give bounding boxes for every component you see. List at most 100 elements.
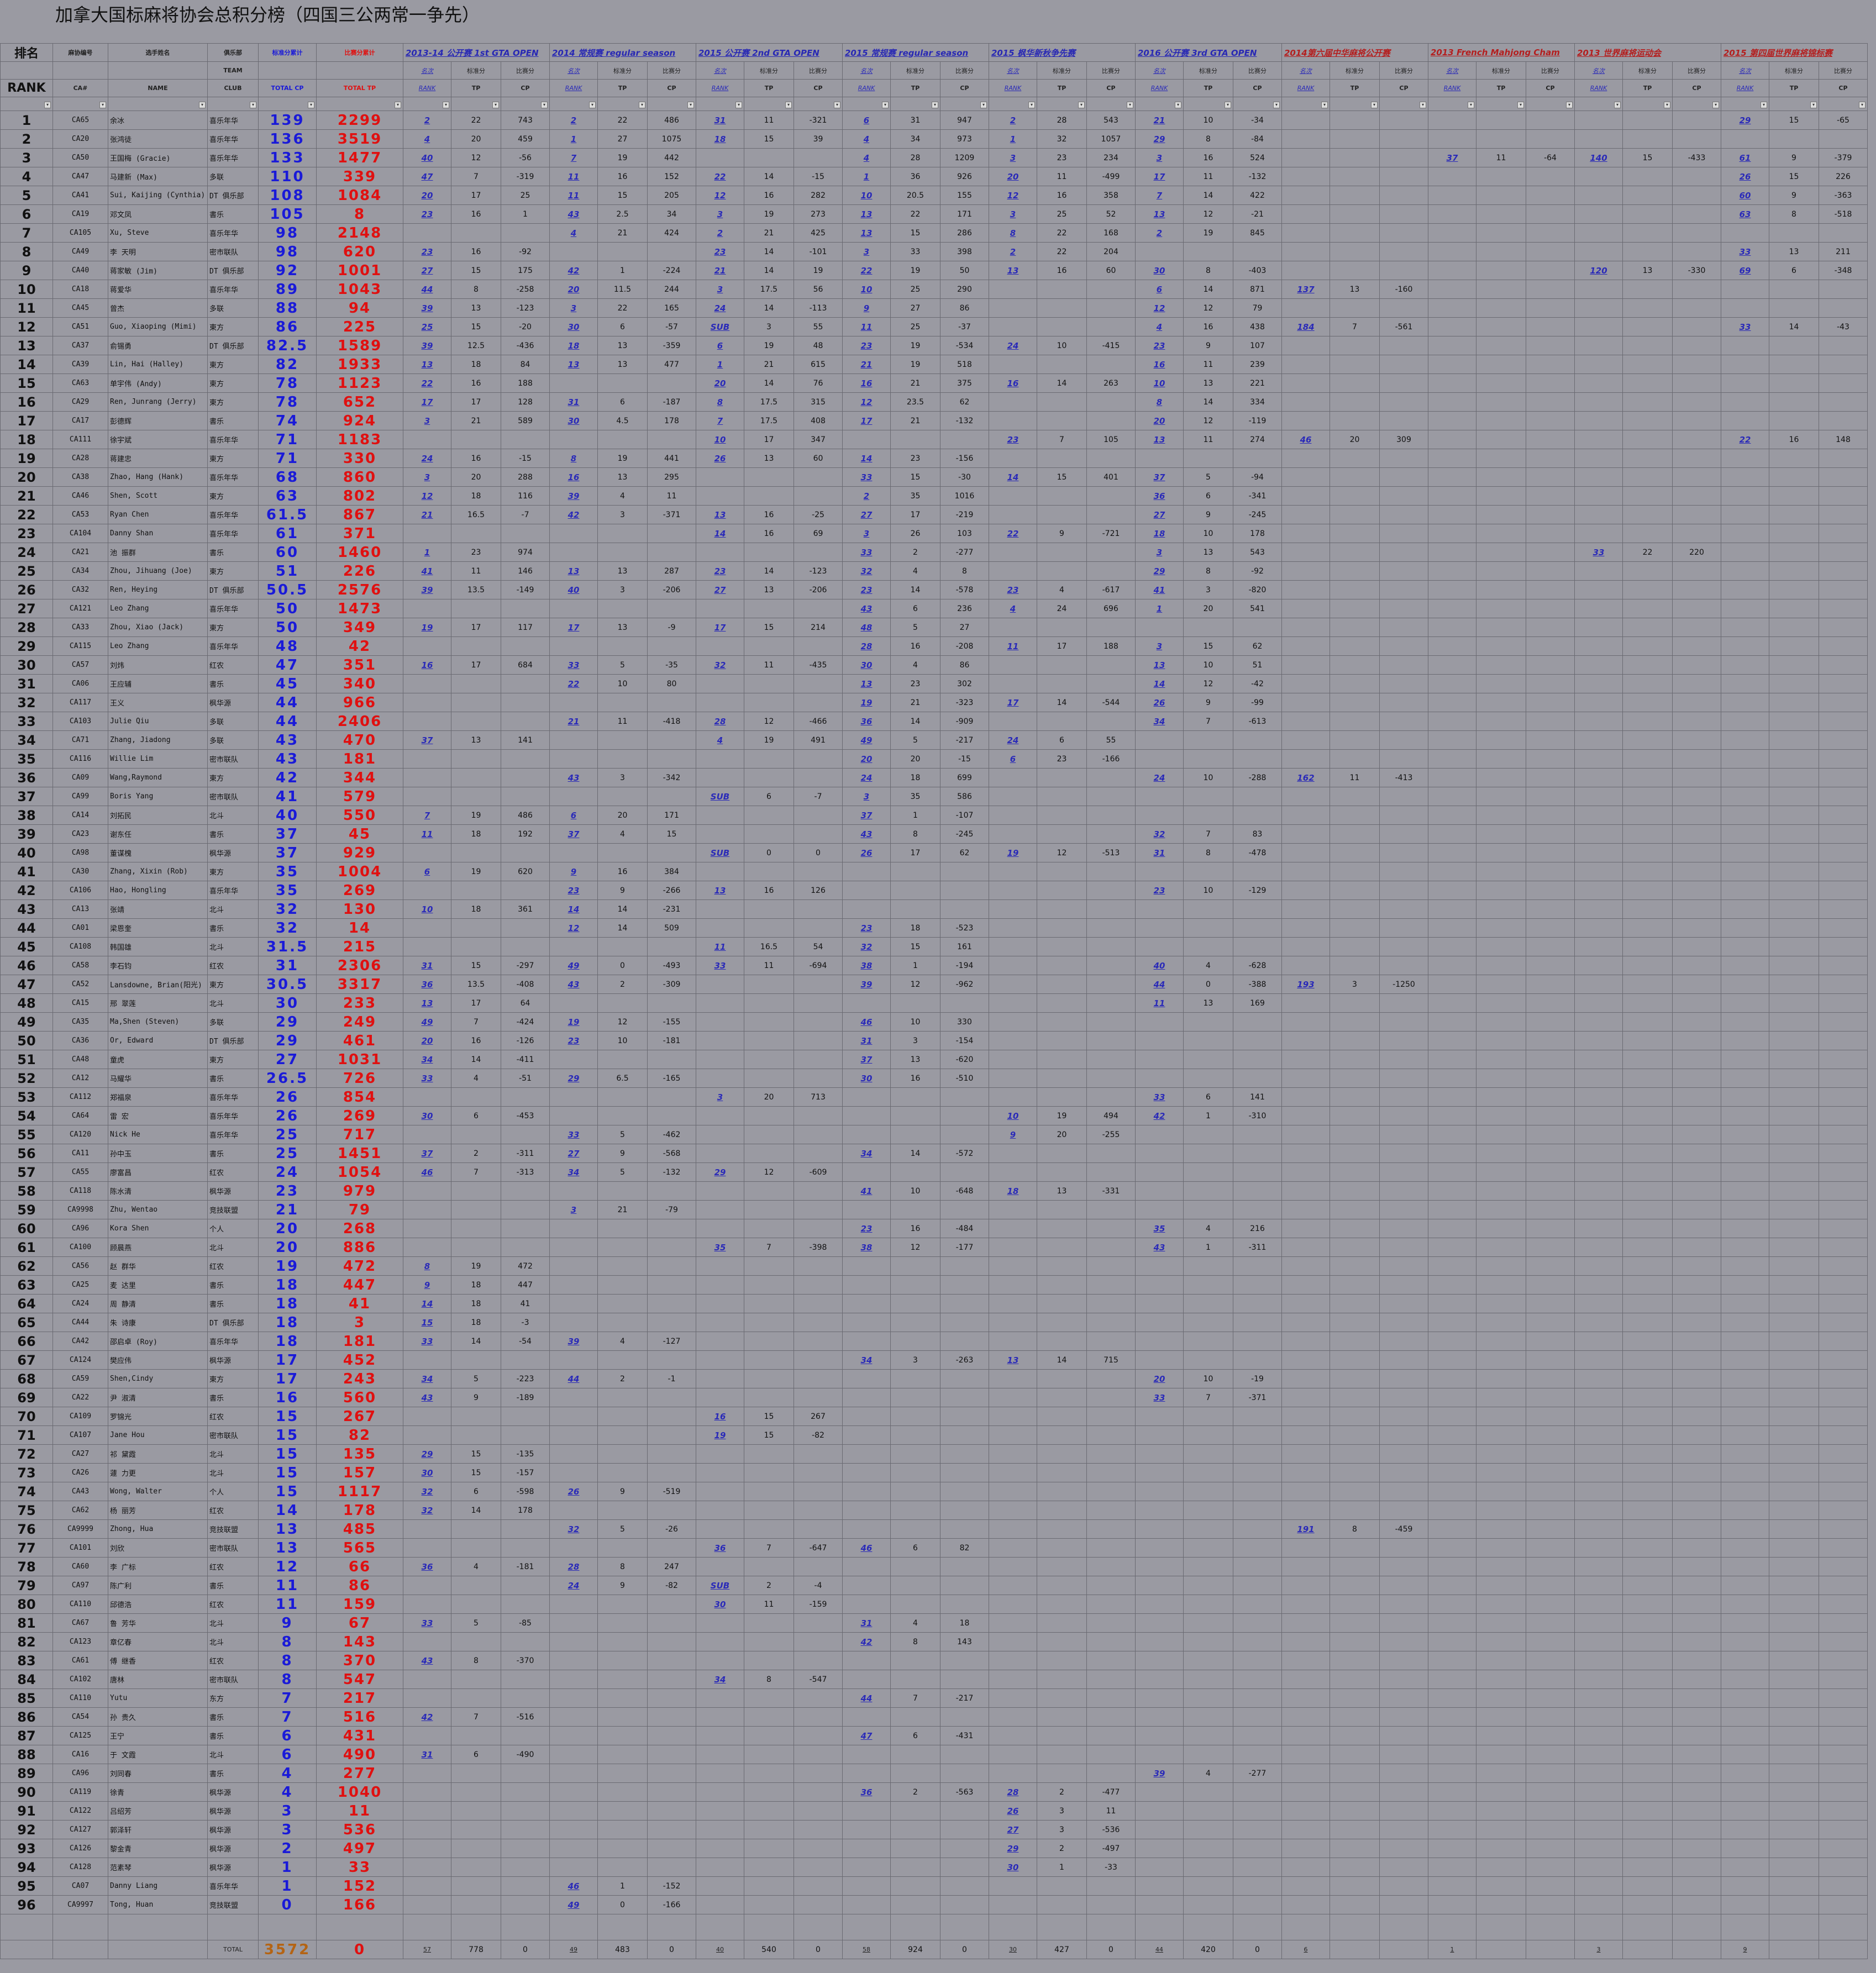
filter-dropdown-icon[interactable]: ▾ bbox=[308, 102, 314, 108]
event-rank-cell bbox=[1428, 1444, 1476, 1464]
filter-dropdown-icon[interactable]: ▾ bbox=[785, 102, 792, 108]
event-sub-rank-en: RANK bbox=[989, 79, 1037, 97]
filter-dropdown-icon[interactable]: ▾ bbox=[1761, 102, 1767, 108]
filter-dropdown-icon[interactable]: ▾ bbox=[1420, 102, 1426, 108]
event-rank-cell: 24 bbox=[403, 449, 451, 468]
filter-dropdown-icon[interactable]: ▾ bbox=[1175, 102, 1181, 108]
event-tp-cell: 5 bbox=[451, 1369, 501, 1388]
event-rank-cell bbox=[1281, 411, 1330, 430]
event-rank-cell: 46 bbox=[842, 1538, 891, 1558]
filter-dropdown-icon[interactable]: ▾ bbox=[250, 102, 256, 108]
filter-dropdown-icon[interactable]: ▾ bbox=[1810, 102, 1817, 108]
filter-dropdown-icon[interactable]: ▾ bbox=[443, 102, 449, 108]
event-tp-cell bbox=[1037, 956, 1087, 975]
event-tp-cell bbox=[1476, 186, 1526, 205]
event-rank-cell bbox=[989, 1595, 1037, 1614]
event-rank-cell bbox=[1281, 1219, 1330, 1238]
event-cp-cell bbox=[1819, 524, 1868, 543]
event-cp-cell bbox=[1526, 280, 1575, 299]
filter-dropdown-icon[interactable]: ▾ bbox=[1225, 102, 1231, 108]
event-cp-cell bbox=[794, 824, 843, 844]
event-tp-cell bbox=[1622, 1012, 1673, 1032]
table-row: 36 CA09 Wang,Raymond 東方 42 344 43 3 -342 24 18 699 2… bbox=[0, 768, 1868, 787]
blank-cell bbox=[842, 1914, 891, 1940]
event-tp-cell: 16 bbox=[597, 862, 648, 881]
filter-dropdown-icon[interactable]: ▾ bbox=[492, 102, 499, 108]
filter-cell: ▾ bbox=[1183, 97, 1233, 111]
event-rank-cell bbox=[1135, 1839, 1184, 1858]
event-tp-cell: 14 bbox=[890, 580, 940, 599]
player-name-cell: 李石钧 bbox=[108, 956, 208, 975]
event-cp-cell: -523 bbox=[940, 918, 989, 938]
event-rank-cell bbox=[1574, 843, 1623, 862]
event-tp-cell bbox=[1769, 636, 1819, 656]
event-tp-cell: 13 bbox=[890, 1050, 940, 1069]
event-tp-cell: 5 bbox=[597, 1162, 648, 1182]
filter-dropdown-icon[interactable]: ▾ bbox=[882, 102, 889, 108]
filter-dropdown-icon[interactable]: ▾ bbox=[541, 102, 548, 108]
filter-dropdown-icon[interactable]: ▾ bbox=[589, 102, 596, 108]
event-tp-cell: 9 bbox=[1769, 148, 1819, 167]
event-tp-cell: 11 bbox=[1183, 430, 1233, 449]
filter-dropdown-icon[interactable]: ▾ bbox=[1614, 102, 1621, 108]
ca-number-cell: CA118 bbox=[52, 1181, 108, 1201]
filter-dropdown-icon[interactable]: ▾ bbox=[1468, 102, 1474, 108]
filter-dropdown-icon[interactable]: ▾ bbox=[735, 102, 742, 108]
filter-dropdown-icon[interactable]: ▾ bbox=[1859, 102, 1866, 108]
filter-dropdown-icon[interactable]: ▾ bbox=[932, 102, 938, 108]
event-rank-cell bbox=[1281, 1069, 1330, 1088]
event-tp-cell bbox=[1037, 1595, 1087, 1614]
rank-cell: 32 bbox=[0, 693, 53, 712]
event-tp-cell: 16 bbox=[890, 1069, 940, 1088]
event-tp-cell bbox=[890, 1463, 940, 1482]
event-tp-cell: 14 bbox=[890, 712, 940, 731]
event-tp-cell bbox=[1769, 806, 1819, 825]
filter-dropdown-icon[interactable]: ▾ bbox=[1078, 102, 1085, 108]
event-cp-cell bbox=[1819, 1576, 1868, 1595]
filter-dropdown-icon[interactable]: ▾ bbox=[1028, 102, 1035, 108]
filter-dropdown-icon[interactable]: ▾ bbox=[1566, 102, 1573, 108]
event-rank-cell bbox=[549, 1256, 598, 1276]
event-rank-cell bbox=[1721, 712, 1769, 731]
event-rank-cell bbox=[403, 524, 451, 543]
filter-dropdown-icon[interactable]: ▾ bbox=[199, 102, 206, 108]
filter-dropdown-icon[interactable]: ▾ bbox=[99, 102, 106, 108]
filter-dropdown-icon[interactable]: ▾ bbox=[395, 102, 401, 108]
event-tp-cell bbox=[1622, 1820, 1673, 1839]
filter-dropdown-icon[interactable]: ▾ bbox=[1273, 102, 1280, 108]
filter-dropdown-icon[interactable]: ▾ bbox=[1371, 102, 1378, 108]
event-cp-cell bbox=[1233, 1632, 1282, 1651]
filter-dropdown-icon[interactable]: ▾ bbox=[1517, 102, 1524, 108]
event-tp-cell: 18 bbox=[451, 1275, 501, 1295]
event-tp-cell bbox=[890, 1745, 940, 1764]
filter-dropdown-icon[interactable]: ▾ bbox=[639, 102, 645, 108]
total-cp-cell: 88 bbox=[258, 298, 317, 318]
event-rank-cell: 33 bbox=[549, 655, 598, 675]
filter-dropdown-icon[interactable]: ▾ bbox=[1712, 102, 1719, 108]
filter-dropdown-icon[interactable]: ▾ bbox=[1664, 102, 1670, 108]
ca-number-cell: CA56 bbox=[52, 1256, 108, 1276]
player-name-cell: 刘拓民 bbox=[108, 806, 208, 825]
filter-dropdown-icon[interactable]: ▾ bbox=[980, 102, 987, 108]
filter-dropdown-icon[interactable]: ▾ bbox=[834, 102, 840, 108]
event-tp-cell: 7 bbox=[1183, 824, 1233, 844]
table-row: 44 CA01 梁恩奎 書乐 32 14 12 14 509 23 18 -523 bbox=[0, 918, 1868, 938]
filter-dropdown-icon[interactable]: ▾ bbox=[1321, 102, 1328, 108]
filter-dropdown-icon[interactable]: ▾ bbox=[687, 102, 694, 108]
event-tp-cell: 2 bbox=[597, 1369, 648, 1388]
event-tp-cell bbox=[1476, 1200, 1526, 1219]
filter-cell: ▾ bbox=[1281, 97, 1330, 111]
filter-dropdown-icon[interactable]: ▾ bbox=[1127, 102, 1133, 108]
event-tp-cell bbox=[744, 636, 794, 656]
event-tp-cell bbox=[1769, 899, 1819, 919]
event-tp-cell: 15 bbox=[744, 1425, 794, 1445]
event-rank-cell bbox=[549, 1238, 598, 1257]
event-rank-cell: 18 bbox=[696, 129, 744, 149]
club-cell: 多联 bbox=[207, 298, 259, 318]
event-cp-cell bbox=[1819, 1482, 1868, 1501]
filter-dropdown-icon[interactable]: ▾ bbox=[44, 102, 51, 108]
event-rank-cell bbox=[1281, 1144, 1330, 1163]
event-tp-cell bbox=[1769, 1125, 1819, 1144]
event-tp-cell: 16 bbox=[451, 373, 501, 393]
ca-number-cell: CA112 bbox=[52, 1087, 108, 1107]
